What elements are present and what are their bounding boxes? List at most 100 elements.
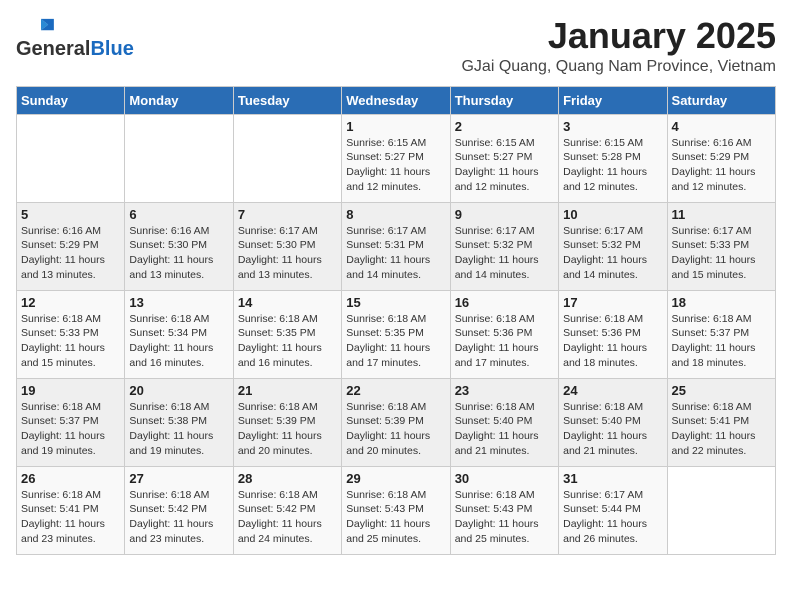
day-info: Sunrise: 6:15 AM Sunset: 5:27 PM Dayligh… (455, 136, 554, 195)
calendar-cell: 17Sunrise: 6:18 AM Sunset: 5:36 PM Dayli… (559, 290, 667, 378)
calendar-cell: 16Sunrise: 6:18 AM Sunset: 5:36 PM Dayli… (450, 290, 558, 378)
weekday-header-friday: Friday (559, 86, 667, 114)
calendar-cell: 29 Sunrise: 6:18 AM Sunset: 5:43 PM Dayli… (342, 466, 450, 554)
day-number: 11 (672, 207, 771, 222)
calendar-cell: 21 Sunrise: 6:18 AM Sunset: 5:39 PM Dayli… (233, 378, 341, 466)
day-info: Sunrise: 6:18 AM Sunset: 5:42 PM Dayligh… (129, 488, 228, 547)
day-number: 15 (346, 295, 445, 310)
day-info: Sunrise: 6:18 AM Sunset: 5:37 PM Dayligh… (672, 312, 771, 371)
calendar-cell: 27 Sunrise: 6:18 AM Sunset: 5:42 PM Dayli… (125, 466, 233, 554)
weekday-header-tuesday: Tuesday (233, 86, 341, 114)
day-info: Sunrise: 6:18 AM Sunset: 5:36 PM Dayligh… (563, 312, 662, 371)
day-info: Sunrise: 6:18 AM Sunset: 5:40 PM Dayligh… (455, 400, 554, 459)
calendar-cell: 6 Sunrise: 6:16 AM Sunset: 5:30 PM Daylig… (125, 202, 233, 290)
day-number: 10 (563, 207, 662, 222)
calendar-cell (233, 114, 341, 202)
calendar-week-2: 5 Sunrise: 6:16 AM Sunset: 5:29 PM Daylig… (17, 202, 776, 290)
weekday-header-sunday: Sunday (17, 86, 125, 114)
calendar-cell: 11 Sunrise: 6:17 AM Sunset: 5:33 PM Dayli… (667, 202, 775, 290)
day-info: Sunrise: 6:17 AM Sunset: 5:33 PM Dayligh… (672, 224, 771, 283)
day-info: Sunrise: 6:16 AM Sunset: 5:29 PM Dayligh… (672, 136, 771, 195)
logo-blue: Blue (90, 38, 133, 61)
calendar-cell: 10 Sunrise: 6:17 AM Sunset: 5:32 PM Dayli… (559, 202, 667, 290)
calendar-cell (667, 466, 775, 554)
logo: General Blue (16, 16, 134, 61)
calendar-cell: 7 Sunrise: 6:17 AM Sunset: 5:30 PM Daylig… (233, 202, 341, 290)
calendar-week-5: 26 Sunrise: 6:18 AM Sunset: 5:41 PM Dayli… (17, 466, 776, 554)
calendar-cell: 14 Sunrise: 6:18 AM Sunset: 5:35 PM Dayli… (233, 290, 341, 378)
day-number: 29 (346, 471, 445, 486)
page-header: General Blue January 2025 GJai Quang, Qu… (16, 16, 776, 76)
day-info: Sunrise: 6:18 AM Sunset: 5:33 PM Dayligh… (21, 312, 120, 371)
day-info: Sunrise: 6:16 AM Sunset: 5:29 PM Dayligh… (21, 224, 120, 283)
calendar-week-1: 1 Sunrise: 6:15 AM Sunset: 5:27 PM Daylig… (17, 114, 776, 202)
day-info: Sunrise: 6:15 AM Sunset: 5:28 PM Dayligh… (563, 136, 662, 195)
day-number: 22 (346, 383, 445, 398)
day-info: Sunrise: 6:18 AM Sunset: 5:41 PM Dayligh… (21, 488, 120, 547)
calendar-cell: 22Sunrise: 6:18 AM Sunset: 5:39 PM Dayli… (342, 378, 450, 466)
calendar-cell: 3 Sunrise: 6:15 AM Sunset: 5:28 PM Daylig… (559, 114, 667, 202)
weekday-header-saturday: Saturday (667, 86, 775, 114)
calendar-cell: 30Sunrise: 6:18 AM Sunset: 5:43 PM Dayli… (450, 466, 558, 554)
calendar-cell: 15 Sunrise: 6:18 AM Sunset: 5:35 PM Dayli… (342, 290, 450, 378)
calendar-cell: 8Sunrise: 6:17 AM Sunset: 5:31 PM Daylig… (342, 202, 450, 290)
day-number: 30 (455, 471, 554, 486)
weekday-header-wednesday: Wednesday (342, 86, 450, 114)
calendar-cell: 13Sunrise: 6:18 AM Sunset: 5:34 PM Dayli… (125, 290, 233, 378)
calendar-cell (125, 114, 233, 202)
calendar-cell: 5 Sunrise: 6:16 AM Sunset: 5:29 PM Daylig… (17, 202, 125, 290)
day-number: 12 (21, 295, 120, 310)
day-number: 27 (129, 471, 228, 486)
day-info: Sunrise: 6:18 AM Sunset: 5:36 PM Dayligh… (455, 312, 554, 371)
logo-icon (16, 16, 56, 36)
day-number: 14 (238, 295, 337, 310)
day-number: 23 (455, 383, 554, 398)
calendar-cell: 1 Sunrise: 6:15 AM Sunset: 5:27 PM Daylig… (342, 114, 450, 202)
day-info: Sunrise: 6:17 AM Sunset: 5:32 PM Dayligh… (455, 224, 554, 283)
calendar-cell: 9 Sunrise: 6:17 AM Sunset: 5:32 PM Daylig… (450, 202, 558, 290)
day-number: 19 (21, 383, 120, 398)
month-title: January 2025 (461, 16, 776, 56)
day-info: Sunrise: 6:15 AM Sunset: 5:27 PM Dayligh… (346, 136, 445, 195)
calendar-cell: 24Sunrise: 6:18 AM Sunset: 5:40 PM Dayli… (559, 378, 667, 466)
calendar-cell: 23 Sunrise: 6:18 AM Sunset: 5:40 PM Dayli… (450, 378, 558, 466)
day-number: 7 (238, 207, 337, 222)
day-number: 8 (346, 207, 445, 222)
day-number: 6 (129, 207, 228, 222)
day-info: Sunrise: 6:18 AM Sunset: 5:35 PM Dayligh… (346, 312, 445, 371)
day-info: Sunrise: 6:17 AM Sunset: 5:32 PM Dayligh… (563, 224, 662, 283)
day-number: 5 (21, 207, 120, 222)
day-number: 1 (346, 119, 445, 134)
calendar-cell: 26 Sunrise: 6:18 AM Sunset: 5:41 PM Dayli… (17, 466, 125, 554)
calendar-cell: 28 Sunrise: 6:18 AM Sunset: 5:42 PM Dayli… (233, 466, 341, 554)
day-info: Sunrise: 6:18 AM Sunset: 5:43 PM Dayligh… (346, 488, 445, 547)
weekday-header-monday: Monday (125, 86, 233, 114)
day-info: Sunrise: 6:18 AM Sunset: 5:42 PM Dayligh… (238, 488, 337, 547)
calendar-cell: 31Sunrise: 6:17 AM Sunset: 5:44 PM Dayli… (559, 466, 667, 554)
weekday-header-thursday: Thursday (450, 86, 558, 114)
day-number: 21 (238, 383, 337, 398)
calendar-week-4: 19Sunrise: 6:18 AM Sunset: 5:37 PM Dayli… (17, 378, 776, 466)
day-number: 25 (672, 383, 771, 398)
day-info: Sunrise: 6:17 AM Sunset: 5:30 PM Dayligh… (238, 224, 337, 283)
calendar-cell: 18 Sunrise: 6:18 AM Sunset: 5:37 PM Dayli… (667, 290, 775, 378)
calendar-cell: 12 Sunrise: 6:18 AM Sunset: 5:33 PM Dayli… (17, 290, 125, 378)
day-number: 9 (455, 207, 554, 222)
calendar-cell: 4 Sunrise: 6:16 AM Sunset: 5:29 PM Daylig… (667, 114, 775, 202)
day-number: 28 (238, 471, 337, 486)
day-number: 26 (21, 471, 120, 486)
weekday-header-row: SundayMondayTuesdayWednesdayThursdayFrid… (17, 86, 776, 114)
day-number: 3 (563, 119, 662, 134)
location-title: GJai Quang, Quang Nam Province, Vietnam (461, 58, 776, 76)
day-number: 4 (672, 119, 771, 134)
calendar-cell: 2Sunrise: 6:15 AM Sunset: 5:27 PM Daylig… (450, 114, 558, 202)
day-info: Sunrise: 6:18 AM Sunset: 5:38 PM Dayligh… (129, 400, 228, 459)
day-number: 18 (672, 295, 771, 310)
day-info: Sunrise: 6:18 AM Sunset: 5:35 PM Dayligh… (238, 312, 337, 371)
day-number: 31 (563, 471, 662, 486)
calendar-cell: 25 Sunrise: 6:18 AM Sunset: 5:41 PM Dayli… (667, 378, 775, 466)
day-info: Sunrise: 6:18 AM Sunset: 5:39 PM Dayligh… (238, 400, 337, 459)
day-info: Sunrise: 6:18 AM Sunset: 5:40 PM Dayligh… (563, 400, 662, 459)
day-info: Sunrise: 6:16 AM Sunset: 5:30 PM Dayligh… (129, 224, 228, 283)
day-info: Sunrise: 6:18 AM Sunset: 5:41 PM Dayligh… (672, 400, 771, 459)
